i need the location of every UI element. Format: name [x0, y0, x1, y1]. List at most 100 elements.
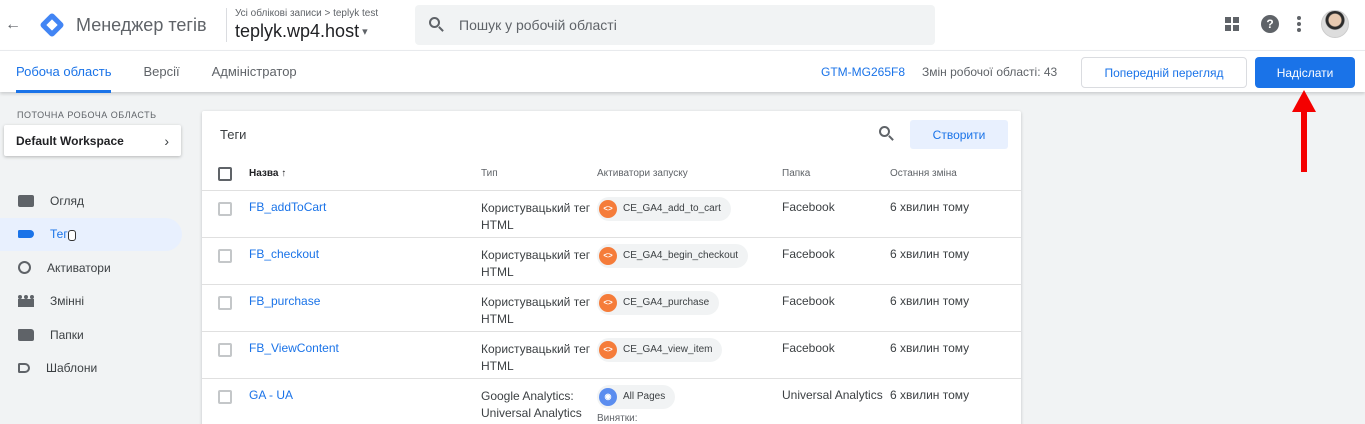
tag-type: Користувацький тег HTML	[481, 331, 597, 379]
tag-name-link[interactable]: FB_ViewContent	[249, 331, 481, 379]
column-header-name[interactable]: Назва ↑	[249, 158, 481, 191]
container-selector[interactable]: Усі облікові записи > teplyk test teplyk…	[235, 8, 405, 42]
sidebar-item-label: Шаблони	[46, 361, 98, 376]
tag-folder: Facebook	[782, 331, 890, 379]
overview-icon	[18, 194, 34, 207]
tag-folder: Facebook	[782, 190, 890, 238]
row-checkbox[interactable]	[218, 248, 232, 263]
preview-button[interactable]: Попередній перегляд	[1081, 57, 1247, 88]
avatar[interactable]	[1321, 10, 1349, 38]
custom-event-trigger-icon: <>	[599, 199, 617, 218]
tags-card-title: Теги	[220, 127, 247, 142]
tag-folder: Facebook	[782, 284, 890, 332]
folder-icon	[18, 328, 34, 341]
tag-folder: Facebook	[782, 237, 890, 285]
red-arrow-annotation-icon	[1292, 90, 1316, 172]
table-row[interactable]: GA - UA Google Analytics: Universal Analy…	[202, 378, 1021, 424]
table-row[interactable]: FB_checkout Користувацький тег HTML <> CE_…	[202, 237, 1021, 285]
sidebar-nav: Огляд Теги Активатори Змінні Папки Шабло…	[0, 184, 182, 385]
tag-icon	[18, 230, 34, 239]
apps-grid-icon[interactable]	[1225, 17, 1239, 31]
tag-name-link[interactable]: FB_purchase	[249, 284, 481, 332]
sidebar-item-label: Папки	[50, 327, 84, 342]
tags-table: Назва ↑ Тип Активатори запуску Папка Ост…	[202, 158, 1021, 424]
column-header-folder[interactable]: Папка	[782, 158, 890, 191]
table-row[interactable]: FB_addToCart Користувацький тег HTML <> CE…	[202, 190, 1021, 238]
tag-name-link[interactable]: FB_addToCart	[249, 190, 481, 238]
tag-last-changed: 6 хвилин тому	[890, 284, 1021, 332]
trigger-chip[interactable]: <> CE_GA4_purchase	[597, 290, 720, 315]
exceptions-label: Винятки:	[597, 412, 638, 424]
container-name[interactable]: teplyk.wp4.host ▾	[235, 21, 405, 42]
custom-event-trigger-icon: <>	[599, 293, 617, 312]
search-icon	[429, 17, 445, 33]
sidebar-item-label: Змінні	[50, 294, 85, 309]
variables-icon	[18, 295, 34, 308]
column-header-last-changed[interactable]: Остання зміна	[890, 158, 1021, 191]
tag-manager-logo-icon	[38, 11, 66, 39]
tag-last-changed: 6 хвилин тому	[890, 237, 1021, 285]
sidebar-item-variables[interactable]: Змінні	[0, 285, 182, 319]
tag-type: Користувацький тег HTML	[481, 237, 597, 285]
tag-type: Користувацький тег HTML	[481, 190, 597, 238]
tag-last-changed: 6 хвилин тому	[890, 331, 1021, 379]
row-checkbox[interactable]	[218, 295, 232, 310]
workspace-selector[interactable]: Default Workspace ›	[4, 125, 181, 156]
help-icon[interactable]: ?	[1261, 15, 1279, 33]
more-vert-icon[interactable]	[1297, 16, 1301, 32]
tab-versions[interactable]: Версії	[127, 51, 195, 93]
container-id-link[interactable]: GTM-MG265F8	[821, 51, 905, 93]
select-all-checkbox[interactable]	[218, 166, 232, 181]
trigger-icon	[18, 261, 31, 275]
row-checkbox[interactable]	[218, 201, 232, 216]
caret-down-icon: ▾	[362, 26, 368, 38]
tag-type: Користувацький тег HTML	[481, 284, 597, 332]
submit-button[interactable]: Надіслати	[1255, 57, 1355, 88]
tag-last-changed: 6 хвилин тому	[890, 378, 1021, 424]
template-icon	[18, 363, 30, 374]
header-divider	[226, 8, 227, 42]
tag-folder: Universal Analytics	[782, 378, 890, 424]
table-row[interactable]: FB_ViewContent Користувацький тег HTML <>…	[202, 331, 1021, 379]
trigger-chip[interactable]: <> CE_GA4_begin_checkout	[597, 243, 749, 268]
sidebar-item-folders[interactable]: Папки	[0, 318, 182, 352]
row-checkbox[interactable]	[218, 389, 232, 404]
back-arrow-icon[interactable]: ←	[2, 16, 24, 34]
tag-type: Google Analytics: Universal Analytics	[481, 378, 597, 424]
tags-card: Теги Створити Назва ↑ Тип Активатори зап…	[202, 111, 1021, 424]
sidebar-item-label: Огляд	[50, 193, 84, 208]
create-tag-button[interactable]: Створити	[910, 120, 1008, 149]
search-icon[interactable]	[879, 126, 895, 142]
workspace-search[interactable]	[415, 5, 935, 45]
trigger-chip[interactable]: <> CE_GA4_view_item	[597, 337, 723, 362]
tag-name-link[interactable]: GA - UA	[249, 378, 481, 424]
column-header-type[interactable]: Тип	[481, 158, 597, 191]
custom-event-trigger-icon: <>	[599, 340, 617, 359]
current-workspace-label: ПОТОЧНА РОБОЧА ОБЛАСТЬ	[17, 110, 157, 120]
chevron-right-icon: ›	[164, 132, 169, 149]
tag-name-link[interactable]: FB_checkout	[249, 237, 481, 285]
sidebar-item-overview[interactable]: Огляд	[0, 184, 182, 218]
tag-last-changed: 6 хвилин тому	[890, 190, 1021, 238]
mouse-cursor-icon	[68, 230, 78, 242]
app-bar: ← Менеджер тегів Усі облікові записи > t…	[0, 0, 1365, 50]
table-row[interactable]: FB_purchase Користувацький тег HTML <> CE_…	[202, 284, 1021, 332]
custom-event-trigger-icon: <>	[599, 246, 617, 265]
column-header-triggers[interactable]: Активатори запуску	[597, 158, 782, 191]
app-title: Менеджер тегів	[76, 14, 207, 35]
tab-admin[interactable]: Адміністратор	[196, 51, 313, 93]
row-checkbox[interactable]	[218, 342, 232, 357]
sidebar-item-templates[interactable]: Шаблони	[0, 352, 182, 386]
table-header-row: Назва ↑ Тип Активатори запуску Папка Ост…	[202, 158, 1021, 191]
workspace-name: Default Workspace	[16, 133, 124, 148]
account-breadcrumb[interactable]: Усі облікові записи > teplyk test	[235, 8, 405, 19]
sidebar-item-triggers[interactable]: Активатори	[0, 251, 182, 285]
trigger-chip[interactable]: <> CE_GA4_add_to_cart	[597, 196, 731, 221]
trigger-chip[interactable]: ◉ All Pages	[597, 384, 676, 409]
search-input[interactable]	[459, 17, 899, 33]
sidebar-item-label: Активатори	[47, 260, 111, 275]
workspace-nav: Робоча область Версії Адміністратор GTM-…	[0, 50, 1365, 93]
workspace-changes-count: Змін робочої області: 43	[922, 65, 1058, 79]
sidebar-item-tags[interactable]: Теги	[0, 217, 182, 251]
tab-workspace[interactable]: Робоча область	[0, 51, 127, 93]
